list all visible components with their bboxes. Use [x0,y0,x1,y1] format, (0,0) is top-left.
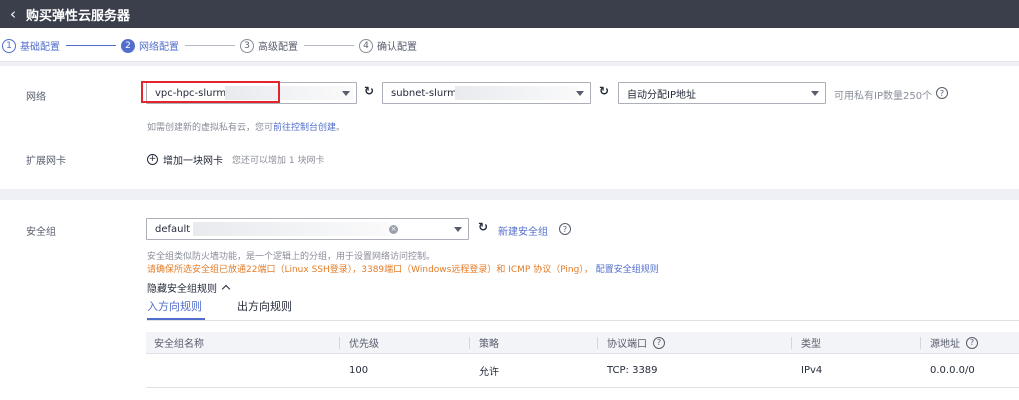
help-icon[interactable]: ? [559,223,571,235]
source-header-label: 源地址 [930,339,960,350]
column-header-priority: 优先级 [349,339,379,350]
step-label: 高级配置 [258,42,298,53]
column-header-type: 类型 [801,339,821,350]
table-header: 安全组名称 优先级 策略 协议端口? 类型 源地址? [146,332,1019,354]
clear-icon[interactable]: × [389,225,398,234]
cell-type: IPv4 [801,365,823,376]
step-indicator: 1 基础配置 2 网络配置 3 高级配置 4 确认配置 [0,28,1019,62]
column-header-source: 源地址? [922,332,978,353]
step-advanced-config[interactable]: 3 高级配置 [240,38,298,53]
column-divider [791,337,792,349]
help-icon[interactable]: ? [936,87,948,99]
chevron-up-icon [221,284,231,294]
new-security-group-link[interactable]: 新建安全组 [498,223,548,238]
security-group-label: 安全组 [26,227,56,238]
column-header-name: 安全组名称 [154,339,204,350]
add-nic-button[interactable]: + 增加一块网卡 [147,152,223,167]
tabs-divider [147,320,1019,321]
warning-text: 请确保所选安全组已放通22端口（Linux SSH登录），3389端口（Wind… [147,265,593,275]
add-nic-label: 增加一块网卡 [163,156,223,167]
vpc-hint-prefix: 如需创建新的虚拟私有云，您可 [147,123,274,133]
tab-outbound-rules[interactable]: 出方向规则 [237,298,292,314]
redacted-mask [193,222,389,236]
tab-inbound-rules[interactable]: 入方向规则 [147,298,202,314]
vpc-hint: 如需创建新的虚拟私有云，您可前往控制台创建。 [147,120,345,133]
cell-source: 0.0.0.0/0 [930,365,975,376]
nic-label: 扩展网卡 [26,156,66,167]
subnet-value: subnet-slurm( [391,87,461,99]
subnet-select[interactable]: subnet-slurm( [382,82,591,104]
config-rules-link[interactable]: 配置安全组规则 [596,265,659,275]
ip-mode-select[interactable]: 自动分配IP地址 [618,82,826,104]
hide-rules-toggle[interactable]: 隐藏安全组规则 [147,280,231,295]
chevron-down-icon [342,91,350,96]
column-divider [339,337,340,349]
refresh-icon[interactable]: ↻ [364,84,374,98]
chevron-left-icon[interactable]: ‹ [0,5,26,23]
cell-policy: 允许 [479,367,499,378]
chevron-down-icon [454,227,462,232]
step-connector [185,45,235,46]
column-divider [469,337,470,349]
help-icon[interactable]: ? [966,336,978,349]
page-title: 购买弹性云服务器 [26,8,131,24]
hide-rules-label: 隐藏安全组规则 [147,284,217,295]
refresh-icon[interactable]: ↻ [478,220,488,234]
nic-hint: 您还可以增加 1 块网卡 [232,156,325,166]
security-group-warning: 请确保所选安全组已放通22端口（Linux SSH登录），3389端口（Wind… [147,262,659,275]
step-network-config[interactable]: 2 网络配置 [121,38,179,53]
security-group-select[interactable]: default × [146,218,469,240]
network-label: 网络 [26,92,46,103]
vpc-hint-suffix: 。 [336,123,346,133]
step-confirm-config[interactable]: 4 确认配置 [359,38,417,53]
port-header-label: 协议端口 [607,339,647,350]
help-icon[interactable]: ? [653,336,665,349]
security-group-value: default [155,223,191,235]
cell-name [146,354,154,387]
cell-priority: 100 [349,365,369,376]
step-basic-config[interactable]: 1 基础配置 [2,38,60,53]
chevron-down-icon [811,91,819,96]
column-divider [597,337,598,349]
column-header-policy: 策略 [479,339,499,350]
column-divider [920,337,921,349]
ip-available-count: 可用私有IP数量250个 [834,91,933,102]
refresh-icon[interactable]: ↻ [599,84,609,98]
step-number: 2 [121,38,135,53]
annotation-highlight-box [141,81,280,103]
ip-mode-value: 自动分配IP地址 [627,89,696,101]
step-number: 4 [359,38,373,53]
redacted-mask [455,86,579,100]
step-label: 网络配置 [139,42,179,53]
chevron-down-icon [576,91,584,96]
step-number: 3 [240,38,254,53]
step-number: 1 [2,38,16,53]
plus-circle-icon: + [147,154,158,165]
step-label: 基础配置 [20,42,60,53]
table-row: 100 允许 TCP: 3389 IPv4 0.0.0.0/0 [146,354,1019,388]
step-label: 确认配置 [377,42,417,53]
cell-port: TCP: 3389 [607,365,658,376]
column-header-port: 协议端口? [599,332,665,353]
step-connector [304,45,354,46]
step-connector [66,45,116,46]
vpc-console-link[interactable]: 前往控制台创建 [273,123,336,133]
security-group-description: 安全组类似防火墙功能，是一个逻辑上的分组，用于设置网络访问控制。 [147,252,436,262]
title-bar: ‹ 购买弹性云服务器 [0,0,1019,28]
